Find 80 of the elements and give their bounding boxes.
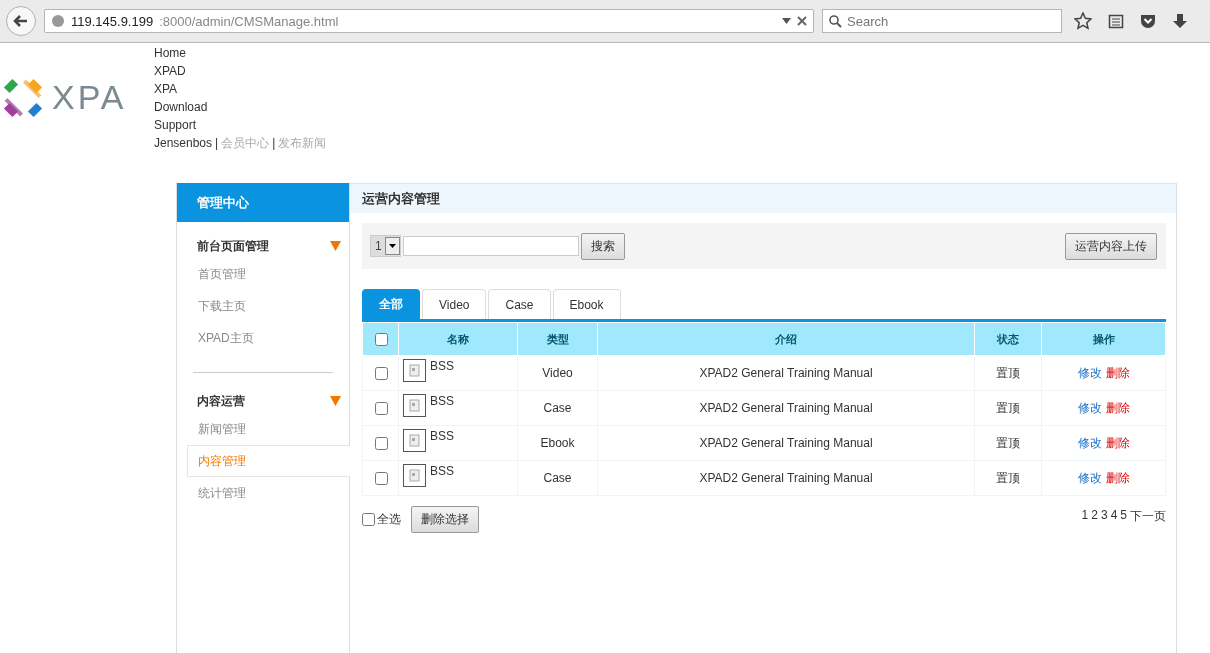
table-cell: XPAD2 General Training Manual [597, 355, 975, 391]
url-path: :8000/admin/CMSManage.html [159, 13, 340, 29]
table-cell: 置顶 [974, 390, 1042, 426]
select-all-label: 全选 [377, 511, 401, 528]
checkbox[interactable] [374, 436, 388, 450]
search-input[interactable] [402, 236, 579, 256]
tab[interactable]: Ebook [552, 289, 621, 319]
delete-link[interactable]: 删除 [1105, 400, 1130, 415]
search-button[interactable]: 搜索 [580, 232, 625, 260]
file-thumbnail-icon [403, 359, 426, 382]
item-name: BSS [430, 359, 454, 373]
page-link[interactable]: 4 [1110, 508, 1118, 525]
delete-link[interactable]: 删除 [1105, 435, 1130, 450]
page-link[interactable]: 5 [1120, 508, 1127, 525]
checkbox[interactable] [362, 513, 375, 526]
search-field[interactable]: Search [822, 9, 1062, 33]
table-cell: Ebook [517, 425, 598, 461]
table-cell: Case [517, 390, 598, 426]
file-thumbnail-icon [403, 429, 426, 452]
table-cell: 置顶 [974, 355, 1042, 391]
column-header: 名称 [398, 322, 518, 356]
column-header: 类型 [517, 322, 598, 356]
edit-link[interactable]: 修改 [1077, 470, 1102, 485]
sidebar-title: 管理中心 [177, 183, 349, 222]
column-header: 状态 [974, 322, 1042, 356]
nav-link[interactable]: Support [154, 116, 327, 134]
checkbox[interactable] [374, 332, 388, 346]
url-host: 119.145.9.199 [71, 13, 154, 29]
caret-icon [388, 244, 396, 248]
page-select[interactable]: 1 [370, 235, 401, 257]
close-icon [797, 16, 807, 26]
table-cell: 置顶 [974, 460, 1042, 496]
table-cell: XPAD2 General Training Manual [597, 390, 975, 426]
logo-text: XPA [52, 78, 127, 117]
delete-link[interactable]: 删除 [1105, 365, 1130, 380]
back-arrow-icon [13, 13, 29, 29]
checkbox[interactable] [374, 366, 388, 380]
back-button[interactable] [6, 6, 36, 36]
table-cell: Case [517, 460, 598, 496]
checkbox[interactable] [374, 401, 388, 415]
table-cell: Video [517, 355, 598, 391]
globe-icon [51, 14, 65, 28]
delete-selected-button[interactable]: 删除选择 [411, 506, 479, 533]
dropdown-icon [782, 18, 791, 24]
item-name: BSS [430, 429, 454, 443]
file-thumbnail-icon [403, 394, 426, 417]
page-link[interactable]: 1 [1081, 508, 1089, 525]
table-cell: XPAD2 General Training Manual [597, 425, 975, 461]
item-name: BSS [430, 464, 454, 478]
item-name: BSS [430, 394, 454, 408]
tab[interactable]: Case [488, 289, 551, 319]
separator: | [272, 135, 276, 152]
table-cell: XPAD2 General Training Manual [597, 460, 975, 496]
address-bar[interactable]: 119.145.9.199 :8000/admin/CMSManage.html [44, 9, 814, 33]
delete-link[interactable]: 删除 [1105, 470, 1130, 485]
page-link[interactable]: 2 [1091, 508, 1098, 525]
sidebar-group-header[interactable]: 内容运营 [177, 389, 349, 413]
nav-link[interactable]: Home [154, 44, 327, 62]
caret-down-icon [330, 241, 341, 251]
edit-link[interactable]: 修改 [1077, 400, 1102, 415]
page-link[interactable]: 3 [1100, 508, 1108, 525]
nav-link[interactable]: Download [154, 98, 327, 116]
search-icon [829, 14, 842, 28]
column-header: 介绍 [597, 322, 975, 356]
nav-link[interactable]: XPA [154, 80, 327, 98]
separator: | [215, 135, 219, 152]
upload-button[interactable]: 运营内容上传 [1065, 232, 1157, 260]
table-cell: 置顶 [974, 425, 1042, 461]
checkbox[interactable] [374, 471, 388, 485]
sidebar-group-header[interactable]: 前台页面管理 [177, 234, 349, 258]
user-name-link[interactable]: Jensenbos [154, 134, 213, 152]
nav-link[interactable]: XPAD [154, 62, 327, 80]
caret-down-icon [330, 396, 341, 406]
column-header: 操作 [1041, 322, 1166, 356]
edit-link[interactable]: 修改 [1077, 435, 1102, 450]
edit-link[interactable]: 修改 [1077, 365, 1102, 380]
page-title: 运营内容管理 [350, 184, 1176, 213]
tab[interactable]: Video [422, 289, 487, 319]
next-page-link[interactable]: 下一页 [1130, 508, 1166, 525]
file-thumbnail-icon [403, 464, 426, 487]
